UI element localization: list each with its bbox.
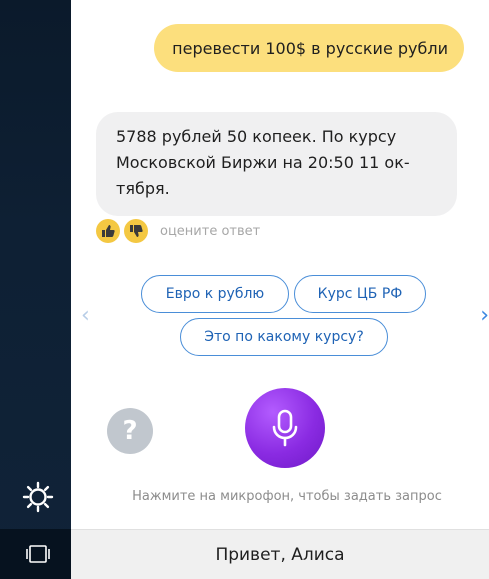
chevron-left-icon[interactable]: ‹: [81, 305, 90, 327]
microphone-button[interactable]: [245, 388, 325, 468]
gear-icon[interactable]: [20, 479, 56, 515]
sidebar-bottom: [0, 529, 71, 579]
greeting-title: Привет, Алиса: [215, 544, 345, 565]
microphone-hint: Нажмите на микрофон, чтобы задать запрос: [132, 489, 442, 504]
chevron-right-icon[interactable]: ›: [480, 305, 489, 327]
chat-panel: перевести 100$ в русские рубли 5788 рубл…: [71, 0, 489, 529]
question-mark-icon: ?: [122, 416, 138, 446]
suggestion-euro-to-ruble[interactable]: Евро к рублю: [141, 275, 289, 313]
suggestion-cbr-rate[interactable]: Курс ЦБ РФ: [294, 275, 426, 313]
microphone-icon: [272, 409, 298, 447]
assistant-message: 5788 рублей 50 копеек. По курсу Московск…: [96, 112, 457, 216]
suggestion-which-rate[interactable]: Это по какому курсу?: [180, 318, 388, 356]
user-message: перевести 100$ в русские рубли: [154, 24, 464, 72]
thumbs-down-icon[interactable]: [124, 219, 148, 243]
help-button[interactable]: ?: [107, 408, 153, 454]
rating-label: оцените ответ: [160, 223, 261, 239]
thumbs-up-icon[interactable]: [96, 219, 120, 243]
bottom-bar[interactable]: Привет, Алиса: [71, 529, 489, 579]
rating-row: оцените ответ: [96, 218, 260, 244]
sidebar: [0, 0, 71, 579]
tablet-mode-icon[interactable]: [26, 544, 50, 564]
